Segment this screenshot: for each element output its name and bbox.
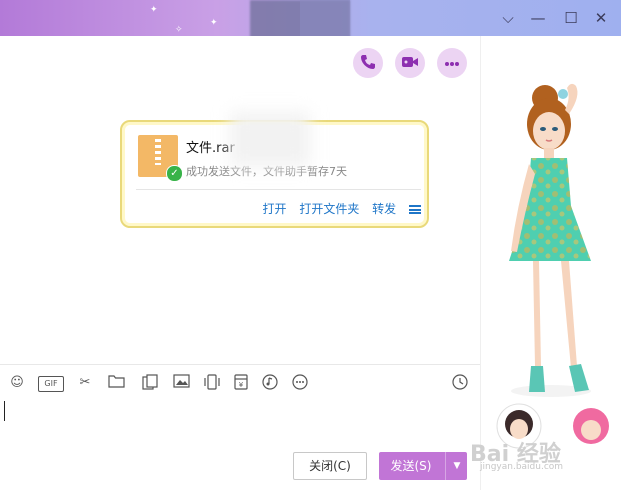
send-button-label[interactable]: 发送(S) (379, 452, 443, 480)
forward-link[interactable]: 转发 (372, 202, 396, 216)
title-bar: ✦ ✦ ✧ ⌵ — ☐ ✕ (0, 0, 621, 40)
music-icon[interactable] (261, 374, 279, 392)
title-blur-secondary (300, 0, 350, 40)
close-icon[interactable]: ✕ (591, 8, 611, 28)
more-tools-icon[interactable] (291, 374, 309, 392)
show-panel (480, 36, 621, 490)
phone-icon[interactable] (353, 48, 383, 78)
red-packet-icon[interactable]: ¥ (232, 374, 250, 392)
sparkle-icon: ✦ (150, 5, 158, 15)
check-icon: ✓ (166, 165, 183, 182)
shake-icon[interactable] (203, 374, 221, 392)
text-caret (4, 401, 5, 421)
more-icon[interactable] (437, 48, 467, 78)
folder-icon[interactable] (107, 374, 125, 392)
history-icon[interactable] (451, 374, 469, 392)
video-icon[interactable] (395, 48, 425, 78)
open-link[interactable]: 打开 (262, 202, 286, 216)
maximize-icon[interactable]: ☐ (561, 8, 581, 28)
file-actions: 打开 打开文件夹 转发 (253, 200, 421, 217)
image-collection-icon[interactable] (141, 374, 159, 392)
svg-text:¥: ¥ (239, 381, 244, 389)
input-toolbar: ☺ GIF ✂ ¥ (0, 364, 480, 401)
emoji-icon[interactable]: ☺ (8, 374, 26, 392)
open-folder-link[interactable]: 打开文件夹 (299, 202, 359, 216)
sparkle-icon: ✧ (175, 25, 183, 35)
chevron-down-icon[interactable]: ▼ (445, 452, 468, 480)
minimize-icon[interactable]: — (528, 8, 548, 28)
zip-stripe (155, 139, 161, 165)
menu-icon[interactable] (409, 205, 421, 214)
scissors-icon[interactable]: ✂ (76, 374, 94, 392)
watermark-url: jingyan.baidu.com (480, 462, 564, 472)
send-button[interactable]: 发送(S) ▼ (379, 452, 467, 480)
image-icon[interactable] (172, 374, 190, 392)
gif-icon[interactable]: GIF (38, 376, 64, 392)
sparkle-icon: ✦ (210, 18, 218, 28)
avatar-show-illustration (496, 83, 609, 449)
chevron-down-icon[interactable]: ⌵ (498, 8, 518, 28)
divider (136, 189, 421, 190)
close-button[interactable]: 关闭(C) (293, 452, 367, 480)
message-input[interactable] (0, 401, 480, 446)
file-name[interactable]: 文件.rar (186, 137, 235, 156)
blur-patch (230, 112, 310, 167)
